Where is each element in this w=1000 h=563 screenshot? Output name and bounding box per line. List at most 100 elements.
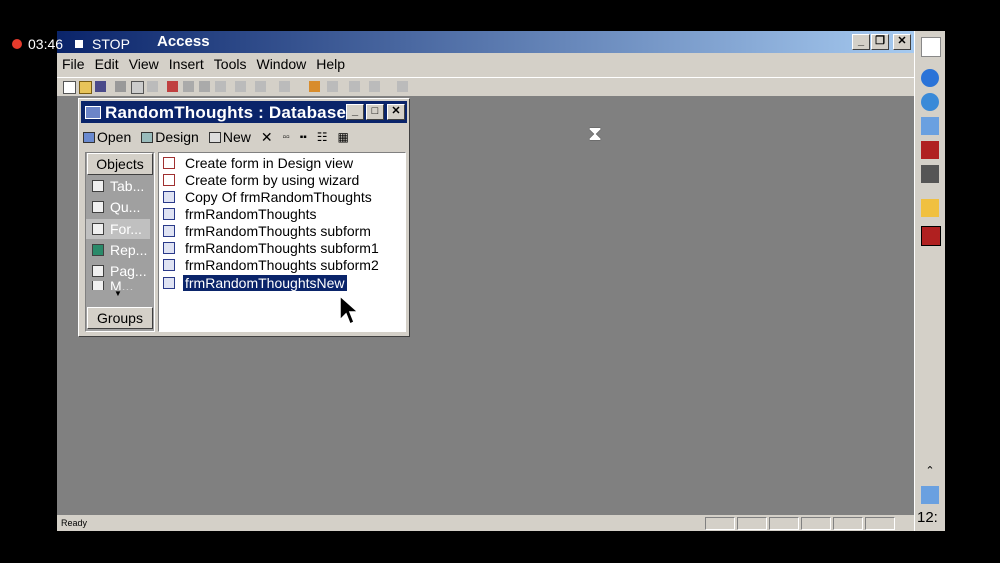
format-painter-icon[interactable] <box>215 81 226 92</box>
print-preview-icon[interactable] <box>131 81 144 94</box>
main-toolbar <box>57 77 914 97</box>
database-icon <box>85 106 101 119</box>
objects-forms[interactable]: For... <box>86 219 150 239</box>
design-button[interactable]: Design <box>141 129 199 145</box>
paste-icon[interactable] <box>199 81 210 92</box>
new-icon[interactable] <box>63 81 76 94</box>
print-icon[interactable] <box>115 81 126 92</box>
open-label: Open <box>97 129 132 145</box>
stop-label[interactable]: STOP <box>92 36 130 52</box>
analyze-icon[interactable] <box>279 81 290 92</box>
database-title: RandomThoughts : Database <box>105 103 347 122</box>
status-pane <box>865 517 895 530</box>
stop-icon[interactable] <box>75 40 84 48</box>
status-pane <box>705 517 735 530</box>
chevron-up-icon[interactable]: ⌃ <box>921 464 939 482</box>
large-icons-icon[interactable]: ▫▫ <box>283 132 290 143</box>
copy-icon[interactable] <box>183 81 194 92</box>
open-icon[interactable] <box>79 81 92 94</box>
ie-icon[interactable] <box>921 69 939 87</box>
status-pane <box>769 517 799 530</box>
form-icon <box>163 190 175 203</box>
menu-window[interactable]: Window <box>251 55 311 75</box>
small-icons-icon[interactable]: ▪▪ <box>300 132 307 143</box>
menu-file[interactable]: File <box>57 55 90 75</box>
new-object-icon[interactable] <box>369 81 380 92</box>
restore-button[interactable]: ❐ <box>871 34 889 50</box>
status-pane <box>801 517 831 530</box>
recording-time: 03:46 <box>28 36 64 52</box>
close-button[interactable]: ✕ <box>893 34 911 50</box>
list-item-selected[interactable]: frmRandomThoughtsNew <box>163 273 348 292</box>
menu-bar: File Edit View Insert Tools Window Help <box>57 55 914 75</box>
save-icon[interactable] <box>95 81 106 92</box>
form-icon <box>163 224 175 237</box>
status-pane <box>737 517 767 530</box>
desktop-icon[interactable] <box>921 117 939 135</box>
list-item[interactable]: frmRandomThoughts subform <box>163 222 373 239</box>
scroll-down-icon[interactable]: ▼ <box>114 289 122 298</box>
open-button[interactable]: Open <box>83 129 131 145</box>
outlook-express-icon[interactable] <box>921 93 939 111</box>
help-icon[interactable] <box>397 81 408 92</box>
code-icon[interactable] <box>309 81 320 92</box>
details-view-icon[interactable]: ▦ <box>338 130 349 144</box>
clock: 12: <box>917 509 938 526</box>
status-text: Ready <box>61 518 88 528</box>
status-pane <box>833 517 863 530</box>
form-icon <box>163 241 175 254</box>
list-item[interactable]: Create form in Design view <box>163 154 355 171</box>
menu-insert[interactable]: Insert <box>164 55 209 75</box>
form-icon <box>163 258 175 271</box>
network-icon[interactable] <box>921 486 939 504</box>
properties-icon[interactable] <box>327 81 338 92</box>
page-icon <box>92 265 104 277</box>
taskbar: ⌃ <box>914 31 945 531</box>
list-item[interactable]: frmRandomThoughts subform2 <box>163 256 381 273</box>
groups-header[interactable]: Groups <box>87 307 153 329</box>
menu-help[interactable]: Help <box>311 55 350 75</box>
db-minimize-button[interactable]: _ <box>346 104 364 120</box>
wizard-shortcut-icon <box>163 173 175 186</box>
objects-macros[interactable]: M... <box>92 281 133 290</box>
new-object-small-icon <box>208 131 221 143</box>
media-player-icon[interactable] <box>921 165 939 183</box>
objects-header[interactable]: Objects <box>87 153 153 175</box>
db-close-button[interactable]: ✕ <box>387 104 405 120</box>
objects-pages[interactable]: Pag... <box>92 263 147 279</box>
design-label: Design <box>155 129 199 145</box>
undo-icon[interactable] <box>235 81 246 92</box>
list-item[interactable]: frmRandomThoughts <box>163 205 319 222</box>
start-button[interactable] <box>921 37 941 57</box>
database-window: RandomThoughts : Database _ □ ✕ Open Des… <box>78 98 410 337</box>
list-item[interactable]: Copy Of frmRandomThoughts <box>163 188 374 205</box>
objects-tables[interactable]: Tab... <box>92 178 144 194</box>
folder-icon[interactable] <box>921 199 939 217</box>
design-view-shortcut-icon <box>163 156 175 169</box>
office-links-icon[interactable] <box>255 81 266 92</box>
menu-view[interactable]: View <box>124 55 164 75</box>
menu-tools[interactable]: Tools <box>209 55 252 75</box>
relationships-icon[interactable] <box>349 81 360 92</box>
access-task-icon[interactable] <box>921 226 941 246</box>
macro-icon <box>92 281 104 290</box>
record-dot-icon <box>12 39 22 49</box>
list-item[interactable]: frmRandomThoughts subform1 <box>163 239 381 256</box>
cut-icon[interactable] <box>167 81 178 92</box>
delete-icon[interactable]: ✕ <box>261 129 273 146</box>
form-icon <box>163 276 175 289</box>
minimize-button[interactable]: _ <box>852 34 870 50</box>
list-view-icon[interactable]: ☷ <box>317 130 328 144</box>
spelling-icon[interactable] <box>147 81 158 92</box>
db-maximize-button[interactable]: □ <box>366 104 384 120</box>
menu-edit[interactable]: Edit <box>90 55 124 75</box>
query-icon <box>92 201 104 213</box>
new-label: New <box>222 129 251 145</box>
objects-reports[interactable]: Rep... <box>92 242 147 258</box>
objects-queries[interactable]: Qu... <box>92 199 140 215</box>
new-button[interactable]: New <box>208 129 251 145</box>
database-toolbar: Open Design New ✕ ▫▫ ▪▪ ☷ ▦ <box>83 127 403 147</box>
report-icon <box>92 244 104 256</box>
list-item[interactable]: Create form by using wizard <box>163 171 361 188</box>
access-icon[interactable] <box>921 141 939 159</box>
